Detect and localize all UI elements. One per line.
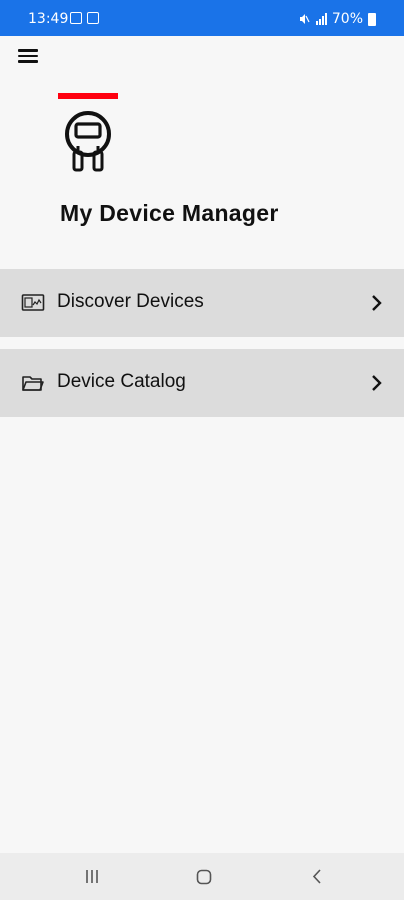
- system-nav-bar: [0, 853, 404, 900]
- menu-item-label: Discover Devices: [57, 291, 204, 312]
- battery-icon: [368, 12, 376, 26]
- menu-item-discover-devices[interactable]: Discover Devices: [0, 269, 404, 337]
- hamburger-menu-icon[interactable]: [16, 46, 40, 70]
- chevron-right-icon: [372, 295, 382, 311]
- device-meter-icon: [65, 111, 111, 172]
- status-bar: 13:49 70%: [0, 0, 404, 36]
- recent-apps-icon[interactable]: [84, 868, 100, 885]
- image-icon: [70, 12, 82, 24]
- battery-text: 70%: [331, 11, 363, 27]
- brand-accent-bar: [58, 93, 118, 99]
- mute-icon: [299, 14, 310, 24]
- screen: 13:49 70% My Device Manager Discover Dev…: [0, 0, 404, 900]
- status-time: 13:49: [28, 11, 69, 27]
- back-icon[interactable]: [310, 868, 324, 885]
- monitor-icon: [21, 294, 45, 311]
- status-right: 70%: [298, 11, 376, 27]
- status-left-icons: [70, 12, 99, 24]
- app-title: My Device Manager: [60, 200, 279, 226]
- chevron-right-icon: [372, 375, 382, 391]
- menu-item-device-catalog[interactable]: Device Catalog: [0, 349, 404, 417]
- home-icon[interactable]: [196, 869, 212, 885]
- signal-icon: [315, 13, 327, 25]
- menu-item-label: Device Catalog: [57, 371, 186, 392]
- notification-icon: [87, 12, 99, 24]
- folder-icon: [22, 376, 44, 391]
